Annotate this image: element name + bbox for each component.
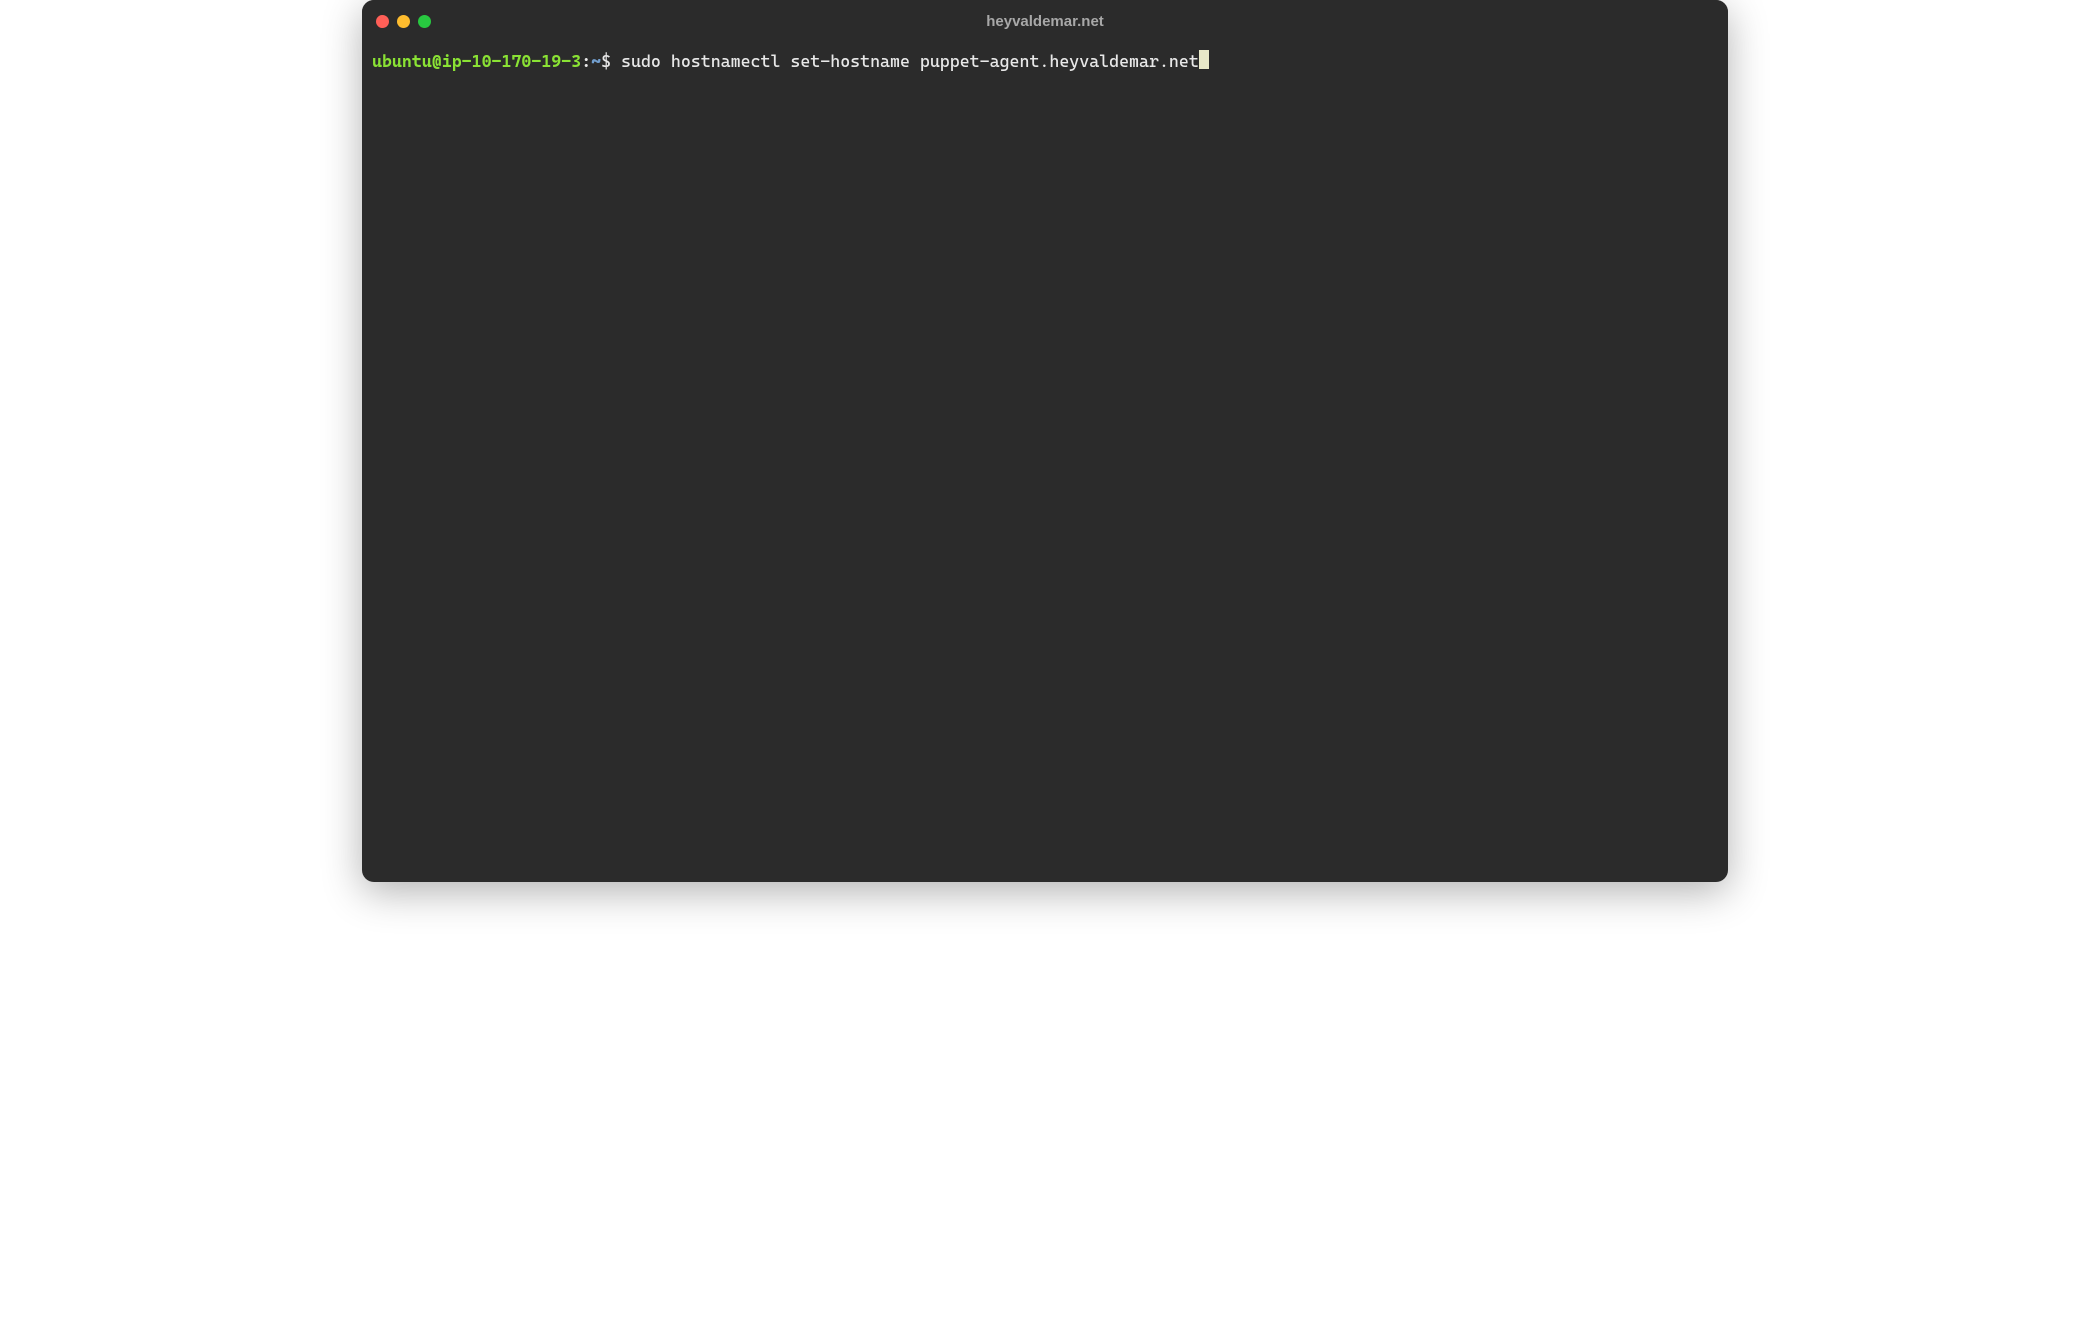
command-text: sudo hostnamectl set-hostname puppet-age… xyxy=(621,50,1199,74)
titlebar: heyvaldemar.net xyxy=(362,0,1728,42)
cursor-icon xyxy=(1199,50,1209,69)
prompt-symbol: $ xyxy=(601,50,621,74)
terminal-body[interactable]: ubuntu@ip-10-170-19-3:~$ sudo hostnamect… xyxy=(362,42,1728,882)
minimize-icon[interactable] xyxy=(397,15,410,28)
traffic-lights xyxy=(376,15,431,28)
maximize-icon[interactable] xyxy=(418,15,431,28)
prompt-user-host: ubuntu@ip-10-170-19-3 xyxy=(372,50,581,74)
prompt-path: ~ xyxy=(591,50,601,74)
terminal-window: heyvaldemar.net ubuntu@ip-10-170-19-3:~$… xyxy=(362,0,1728,882)
window-title: heyvaldemar.net xyxy=(362,13,1728,30)
prompt-colon: : xyxy=(581,50,591,74)
close-icon[interactable] xyxy=(376,15,389,28)
terminal-line: ubuntu@ip-10-170-19-3:~$ sudo hostnamect… xyxy=(372,50,1718,74)
